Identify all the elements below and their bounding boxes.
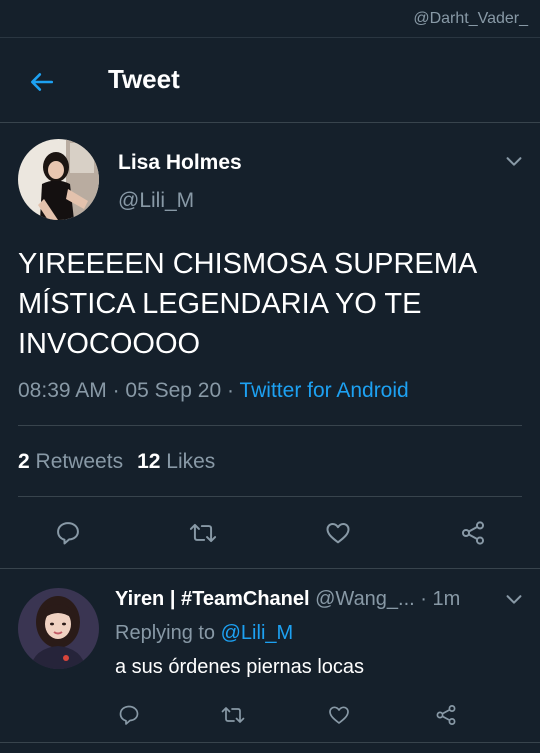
meta-separator: · xyxy=(414,588,433,610)
retweets-stat[interactable]: 2 Retweets xyxy=(18,450,123,473)
back-button[interactable] xyxy=(24,64,60,100)
tweet-time: 08:39 AM xyxy=(18,379,107,402)
divider xyxy=(0,568,540,569)
top-bar: Tweet xyxy=(0,38,540,123)
retweet-count: 2 xyxy=(18,450,30,473)
retweet-button[interactable] xyxy=(185,515,221,551)
divider xyxy=(18,425,522,426)
page-title: Tweet xyxy=(108,64,180,94)
likes-stat[interactable]: 12 Likes xyxy=(137,450,215,473)
reply-options-button[interactable] xyxy=(503,588,525,615)
comment-icon xyxy=(57,522,79,545)
tweet-text-line: INVOCOOOO xyxy=(18,328,201,360)
share-button[interactable] xyxy=(455,515,491,551)
like-button[interactable] xyxy=(320,515,356,551)
comment-icon xyxy=(119,705,139,725)
divider xyxy=(18,496,522,497)
author-handle[interactable]: @Lili_M xyxy=(118,189,194,213)
reply-share-button[interactable] xyxy=(431,700,461,730)
meta-separator: · xyxy=(227,379,240,402)
meta-separator: · xyxy=(112,379,126,402)
author-name[interactable]: Lisa Holmes xyxy=(118,151,242,175)
reply-like-button[interactable] xyxy=(324,700,354,730)
heart-icon xyxy=(329,706,349,724)
reply-age: 1m xyxy=(432,588,461,610)
share-icon xyxy=(436,705,456,725)
watermark-bar: @Darht_Vader_ xyxy=(0,0,540,38)
reply-reply-button[interactable] xyxy=(114,700,144,730)
tweet-text: YIREEEEN CHISMOSA SUPREMA MÍSTICA LEGEND… xyxy=(18,244,528,364)
chevron-down-icon xyxy=(506,157,522,166)
tweet-stats: 2 Retweets 12 Likes xyxy=(18,450,215,474)
tweet-options-button[interactable] xyxy=(503,150,525,177)
reply-retweet-button[interactable] xyxy=(218,700,248,730)
replying-to: Replying to @Lili_M xyxy=(115,622,293,645)
chevron-down-icon xyxy=(506,595,522,604)
arrow-left-icon xyxy=(30,73,54,91)
tweet-text-line: MÍSTICA LEGENDARIA YO TE xyxy=(18,288,422,320)
tweet-meta: 08:39 AM · 05 Sep 20 · Twitter for Andro… xyxy=(18,379,409,403)
retweet-icon xyxy=(189,523,217,543)
reply-author-handle[interactable]: @Wang_... xyxy=(315,588,415,610)
heart-icon xyxy=(326,523,350,544)
reply-author-name[interactable]: Yiren | #TeamChanel xyxy=(115,588,310,610)
like-count: 12 xyxy=(137,450,161,473)
tweet-source-link[interactable]: Twitter for Android xyxy=(239,379,408,402)
watermark: @Darht_Vader_ xyxy=(413,10,528,27)
retweet-icon xyxy=(221,707,245,723)
retweet-label: Retweets xyxy=(35,450,124,473)
reply-header: Yiren | #TeamChanel @Wang_... · 1m xyxy=(115,588,495,611)
author-avatar[interactable] xyxy=(18,139,99,220)
tweet-text-line: YIREEEEN CHISMOSA SUPREMA xyxy=(18,248,478,280)
share-icon xyxy=(461,521,485,545)
replying-mention[interactable]: @Lili_M xyxy=(221,622,294,644)
like-label: Likes xyxy=(166,450,216,473)
replying-prefix: Replying to xyxy=(115,622,216,644)
divider xyxy=(0,742,540,743)
reply-text: a sus órdenes piernas locas xyxy=(115,656,365,678)
reply-author-avatar[interactable] xyxy=(18,588,99,669)
reply-button[interactable] xyxy=(50,515,86,551)
tweet-date: 05 Sep 20 xyxy=(125,379,222,402)
